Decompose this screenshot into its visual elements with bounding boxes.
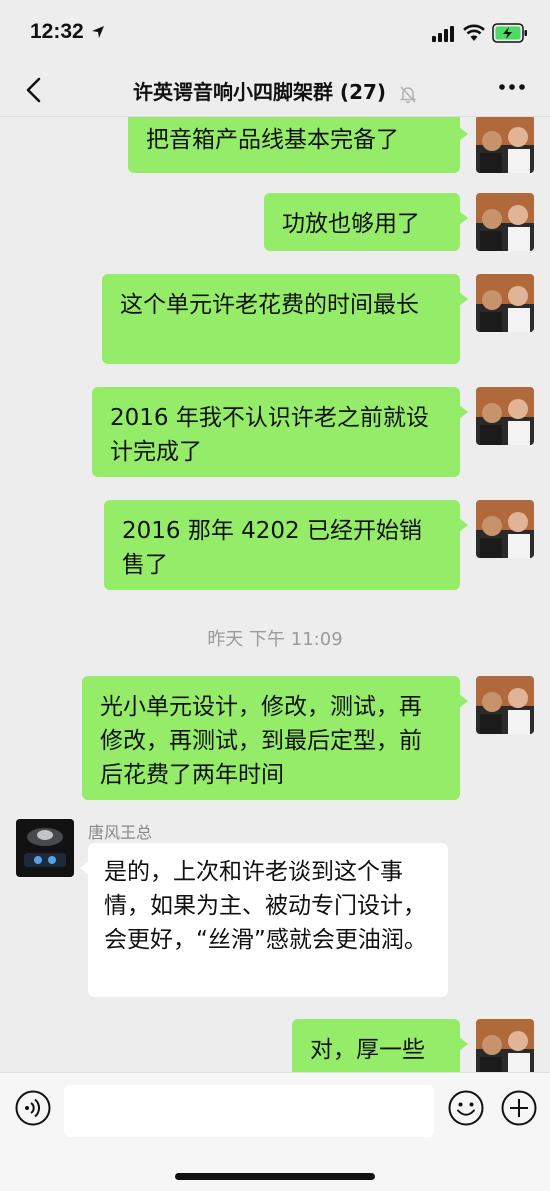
outgoing-message-bubble[interactable]: 对，厚一些 [292,1019,468,1072]
avatar[interactable] [476,117,534,173]
message-list[interactable]: 把音箱产品线基本完备了 功放也够用了 这个单元许老花费的时间最长 2016 年我… [0,117,550,1072]
avatar[interactable] [476,500,534,558]
message-text: 对，厚一些 [310,1037,425,1063]
avatar[interactable] [16,819,74,877]
location-arrow-icon [92,26,104,38]
more-options-icon[interactable] [498,80,526,94]
chat-header: 许英谔音响小四脚架群 (27) [0,62,550,117]
outgoing-message-bubble[interactable]: 这个单元许老花费的时间最长 [102,274,468,364]
message-text: 是的，上次和许老谈到这个事情，如果为主、被动专门设计，会更好，“丝滑”感就会更油… [104,859,427,953]
cellular-signal-icon [432,26,454,42]
status-bar: 12:32 [0,0,550,62]
outgoing-message-bubble[interactable]: 2016 那年 4202 已经开始销售了 [104,500,468,590]
avatar[interactable] [476,1019,534,1072]
message-text: 光小单元设计，修改，测试，再修改，再测试，到最后定型，前后花费了两年时间 [100,694,422,788]
outgoing-message-bubble[interactable]: 2016 年我不认识许老之前就设计完成了 [92,387,468,477]
add-attachment-icon[interactable] [500,1089,538,1127]
voice-input-icon[interactable] [14,1089,52,1127]
status-time: 12:32 [30,20,84,43]
emoji-icon[interactable] [447,1089,485,1127]
message-text: 这个单元许老花费的时间最长 [120,292,419,318]
avatar[interactable] [476,676,534,734]
message-text: 2016 年我不认识许老之前就设计完成了 [110,405,429,465]
message-text: 把音箱产品线基本完备了 [146,127,399,153]
chat-title-text: 许英谔音响小四脚架群 (27) [132,80,387,104]
wifi-icon [463,24,485,41]
muted-bell-icon [399,86,417,103]
outgoing-message-bubble[interactable]: 把音箱产品线基本完备了 [128,117,468,173]
chat-title: 许英谔音响小四脚架群 (27) [0,76,550,105]
outgoing-message-bubble[interactable]: 光小单元设计，修改，测试，再修改，再测试，到最后定型，前后花费了两年时间 [82,676,468,800]
avatar[interactable] [476,274,534,332]
outgoing-message-bubble[interactable]: 功放也够用了 [264,193,468,251]
input-bar [0,1072,550,1191]
message-timestamp: 昨天 下午 11:09 [207,629,343,650]
message-text: 2016 那年 4202 已经开始销售了 [122,518,422,578]
message-text: 功放也够用了 [282,211,420,237]
sender-name: 唐风王总 [88,823,153,842]
message-input[interactable] [64,1085,434,1137]
avatar[interactable] [476,193,534,251]
avatar[interactable] [476,387,534,445]
battery-charging-icon [492,23,527,43]
incoming-message-bubble[interactable]: 是的，上次和许老谈到这个事情，如果为主、被动专门设计，会更好，“丝滑”感就会更油… [80,843,448,997]
home-indicator [175,1173,375,1180]
